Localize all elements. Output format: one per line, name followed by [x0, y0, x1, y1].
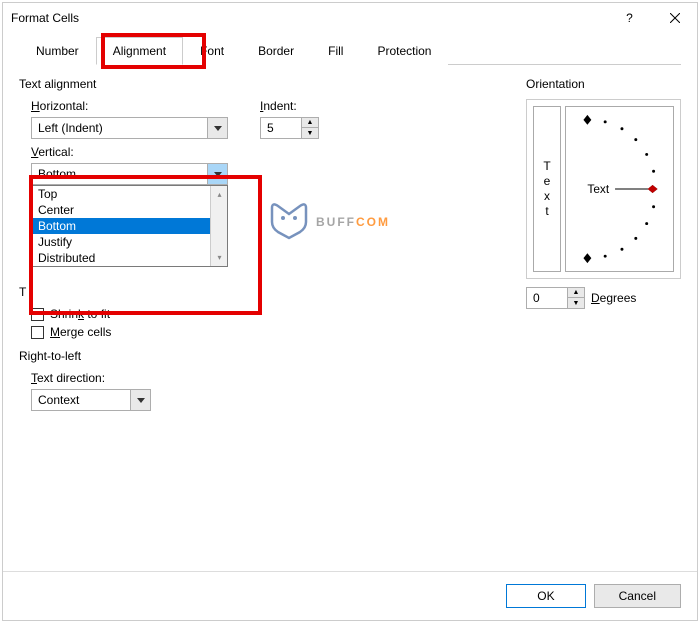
- scroll-up-icon[interactable]: ▴: [211, 186, 228, 203]
- tab-protection[interactable]: Protection: [360, 37, 448, 65]
- indent-down[interactable]: ▼: [302, 128, 318, 138]
- indent-spinner[interactable]: ▲ ▼: [260, 117, 319, 139]
- close-icon: [670, 13, 680, 23]
- titlebar: Format Cells ?: [3, 3, 697, 33]
- text-direction-label: Text direction:: [31, 371, 506, 385]
- horizontal-combo[interactable]: [31, 117, 228, 139]
- text-direction-dropdown-button[interactable]: [130, 390, 150, 410]
- tab-border[interactable]: Border: [241, 37, 311, 65]
- degrees-input[interactable]: [527, 288, 567, 308]
- tab-number[interactable]: Number: [19, 37, 96, 65]
- horizontal-dropdown-button[interactable]: [207, 118, 227, 138]
- orientation-dial[interactable]: Text: [565, 106, 674, 272]
- vertical-label: Vertical:: [31, 145, 506, 159]
- tab-font[interactable]: Font: [183, 37, 241, 65]
- text-direction-input[interactable]: [32, 390, 130, 410]
- orientation-preview: T e x t: [526, 99, 681, 279]
- tab-fill[interactable]: Fill: [311, 37, 360, 65]
- cancel-button[interactable]: Cancel: [594, 584, 681, 608]
- vertical-dropdown-button[interactable]: [207, 164, 227, 184]
- indent-label: Indent:: [260, 99, 319, 113]
- merge-label: Merge cells: [50, 325, 111, 339]
- vertical-option-center[interactable]: Center: [32, 202, 227, 218]
- chevron-down-icon: [137, 398, 145, 403]
- ok-button[interactable]: OK: [506, 584, 585, 608]
- orientation-vertical-text-button[interactable]: T e x t: [533, 106, 561, 272]
- text-direction-combo[interactable]: [31, 389, 151, 411]
- indent-up[interactable]: ▲: [302, 118, 318, 128]
- vertical-option-distributed[interactable]: Distributed: [32, 250, 227, 266]
- vertical-option-justify[interactable]: Justify: [32, 234, 227, 250]
- chevron-down-icon: [214, 172, 222, 177]
- horizontal-label: Horizontal:: [31, 99, 228, 113]
- orientation-dial-svg: Text: [566, 107, 673, 271]
- shrink-checkbox[interactable]: [31, 308, 44, 321]
- tab-bar: Number Alignment Font Border Fill Protec…: [19, 37, 681, 65]
- degrees-spinner[interactable]: ▲ ▼: [526, 287, 585, 309]
- dropdown-scrollbar[interactable]: ▴ ▾: [210, 186, 227, 266]
- horizontal-input[interactable]: [32, 118, 207, 138]
- svg-text:Text: Text: [587, 182, 609, 196]
- vertical-option-bottom[interactable]: Bottom: [32, 218, 227, 234]
- indent-input[interactable]: [261, 118, 301, 138]
- scroll-down-icon[interactable]: ▾: [211, 249, 228, 266]
- chevron-down-icon: [214, 126, 222, 131]
- vertical-option-top[interactable]: Top: [32, 186, 227, 202]
- rtl-label: Right-to-left: [19, 349, 506, 363]
- orientation-label: Orientation: [526, 77, 681, 91]
- degrees-up[interactable]: ▲: [568, 288, 584, 298]
- merge-checkbox[interactable]: [31, 326, 44, 339]
- shrink-label: Shrink to fit: [50, 307, 110, 321]
- close-button[interactable]: [652, 3, 697, 33]
- vertical-combo[interactable]: [31, 163, 228, 185]
- text-alignment-label: Text alignment: [19, 77, 506, 91]
- help-button[interactable]: ?: [607, 3, 652, 33]
- text-control-label: Te: [19, 285, 32, 299]
- vertical-dropdown-list: Top Center Bottom Justify Distributed ▴ …: [31, 185, 228, 267]
- degrees-label: Degrees: [591, 291, 636, 305]
- format-cells-dialog: Format Cells ? Number Alignment Font Bor…: [2, 2, 698, 621]
- dialog-buttons: OK Cancel: [3, 571, 697, 620]
- window-title: Format Cells: [11, 11, 79, 25]
- vertical-input[interactable]: [32, 164, 207, 184]
- tab-alignment[interactable]: Alignment: [96, 37, 183, 65]
- degrees-down[interactable]: ▼: [568, 298, 584, 308]
